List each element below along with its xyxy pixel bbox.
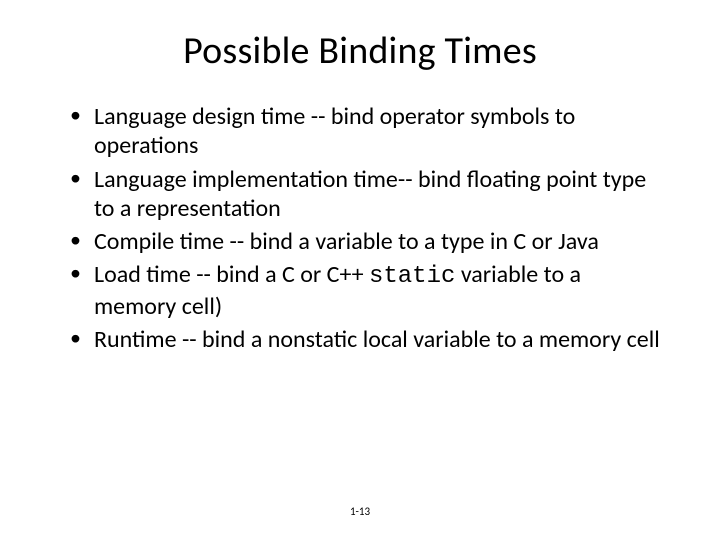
slide: Possible Binding Times Language design t… xyxy=(0,0,720,540)
list-item: Load time -- bind a C or C++ static vari… xyxy=(68,260,660,321)
bullet-text: Runtime -- bind a nonstatic local variab… xyxy=(94,325,660,354)
bullet-text: Compile time -- bind a variable to a typ… xyxy=(94,227,599,256)
bullet-text: Language design time -- bind operator sy… xyxy=(94,102,575,160)
bullet-text: Load time -- bind a C or C++ xyxy=(94,260,369,289)
code-keyword: static xyxy=(369,263,455,290)
bullet-text: Language implementation time-- bind floa… xyxy=(94,165,646,223)
list-item: Language implementation time-- bind floa… xyxy=(68,165,660,224)
slide-title: Possible Binding Times xyxy=(60,28,660,74)
list-item: Compile time -- bind a variable to a typ… xyxy=(68,227,660,256)
page-number: 1-13 xyxy=(0,505,720,518)
list-item: Language design time -- bind operator sy… xyxy=(68,102,660,161)
list-item: Runtime -- bind a nonstatic local variab… xyxy=(68,325,660,354)
bullet-list: Language design time -- bind operator sy… xyxy=(60,102,660,354)
